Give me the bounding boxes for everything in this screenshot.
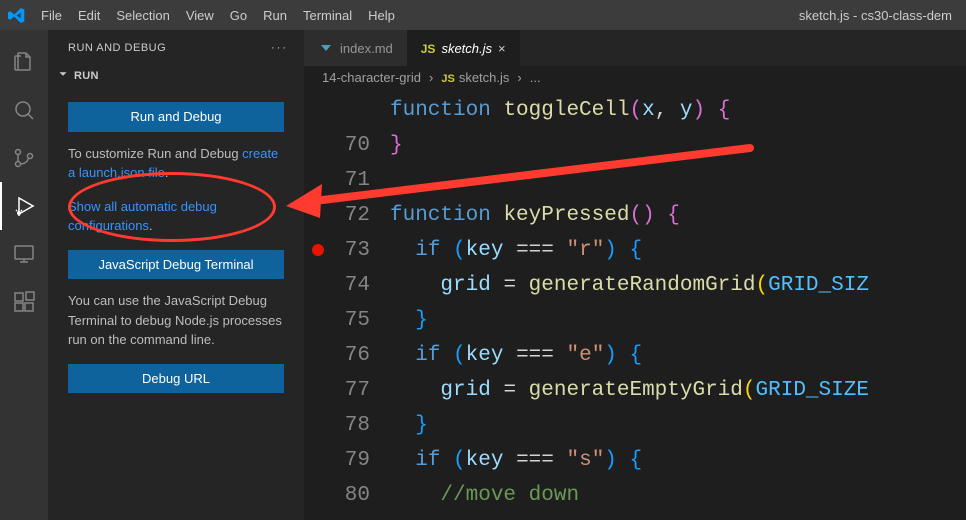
vscode-logo-icon (8, 7, 25, 24)
title-bar: FileEditSelectionViewGoRunTerminalHelp s… (0, 0, 966, 30)
line-number: 72 (334, 198, 390, 233)
chevron-down-icon (56, 67, 70, 84)
code-text[interactable]: if (key === "e") { (390, 338, 642, 373)
tab-label: index.md (340, 41, 393, 56)
menu-view[interactable]: View (178, 4, 222, 27)
glyph-margin[interactable] (304, 408, 334, 443)
code-text[interactable]: } (390, 303, 428, 338)
main-menu: FileEditSelectionViewGoRunTerminalHelp (33, 4, 403, 27)
sidebar-header: RUN AND DEBUG ··· (48, 30, 304, 65)
code-line[interactable]: 79 if (key === "s") { (304, 443, 966, 478)
tab-index-md[interactable]: index.md (304, 30, 407, 66)
code-text[interactable]: //move down (390, 478, 579, 513)
line-number: 79 (334, 443, 390, 478)
breadcrumb-separator (425, 70, 437, 85)
js-debug-terminal-button[interactable]: JavaScript Debug Terminal (68, 250, 284, 280)
menu-file[interactable]: File (33, 4, 70, 27)
menu-help[interactable]: Help (360, 4, 403, 27)
code-text[interactable]: if (key === "r") { (390, 233, 642, 268)
code-text[interactable]: if (key === "s") { (390, 443, 642, 478)
remote-explorer-icon[interactable] (0, 230, 48, 278)
code-line[interactable]: 72function keyPressed() { (304, 198, 966, 233)
breakpoint-icon[interactable] (312, 244, 324, 256)
run-section-label: RUN (74, 70, 99, 82)
menu-selection[interactable]: Selection (108, 4, 177, 27)
code-editor[interactable]: function toggleCell(x, y) {70}7172functi… (304, 89, 966, 520)
breadcrumb-segment[interactable]: ... (530, 70, 541, 85)
activity-bar (0, 30, 48, 520)
menu-edit[interactable]: Edit (70, 4, 108, 27)
show-all-configs-link[interactable]: Show all automatic debug configurations (68, 199, 217, 234)
code-line[interactable]: 76 if (key === "e") { (304, 338, 966, 373)
search-icon[interactable] (0, 86, 48, 134)
tab-label: sketch.js (441, 41, 492, 56)
show-all-configs-text: Show all automatic debug configurations. (68, 197, 284, 236)
js-terminal-help-text: You can use the JavaScript Debug Termina… (68, 291, 284, 350)
line-number: 73 (334, 233, 390, 268)
glyph-margin[interactable] (304, 268, 334, 303)
run-debug-icon[interactable] (0, 182, 48, 230)
js-file-icon: JS (441, 70, 454, 85)
run-section-header[interactable]: RUN (48, 65, 304, 86)
glyph-margin[interactable] (304, 443, 334, 478)
glyph-margin[interactable] (304, 338, 334, 373)
line-number: 77 (334, 373, 390, 408)
glyph-margin[interactable] (304, 198, 334, 233)
source-control-icon[interactable] (0, 134, 48, 182)
code-line[interactable]: 74 grid = generateRandomGrid(GRID_SIZ (304, 268, 966, 303)
code-text[interactable]: } (390, 408, 428, 443)
code-line[interactable]: 75 } (304, 303, 966, 338)
code-line[interactable]: function toggleCell(x, y) { (304, 93, 966, 128)
line-number: 74 (334, 268, 390, 303)
line-number: 78 (334, 408, 390, 443)
more-actions-icon[interactable]: ··· (271, 42, 288, 54)
code-text[interactable]: function toggleCell(x, y) { (390, 93, 730, 128)
breadcrumbs[interactable]: 14-character-grid JS sketch.js ... (304, 66, 966, 89)
code-text[interactable]: grid = generateEmptyGrid(GRID_SIZE (390, 373, 869, 408)
line-number: 71 (334, 163, 390, 198)
editor-area: index.mdJSsketch.js× 14-character-gridJS… (304, 30, 966, 520)
menu-run[interactable]: Run (255, 4, 295, 27)
glyph-margin[interactable] (304, 93, 334, 128)
code-line[interactable]: 80 //move down (304, 478, 966, 513)
code-line[interactable]: 77 grid = generateEmptyGrid(GRID_SIZE (304, 373, 966, 408)
line-number: 80 (334, 478, 390, 513)
code-line[interactable]: 73 if (key === "r") { (304, 233, 966, 268)
sidebar-title: RUN AND DEBUG (68, 42, 166, 54)
tab-sketch-js[interactable]: JS sketch.js × (407, 30, 520, 66)
menu-terminal[interactable]: Terminal (295, 4, 360, 27)
line-number: 76 (334, 338, 390, 373)
debug-url-button[interactable]: Debug URL (68, 364, 284, 394)
explorer-icon[interactable] (0, 38, 48, 86)
code-text[interactable]: function keyPressed() { (390, 198, 680, 233)
editor-tabs: index.md JS sketch.js × (304, 30, 966, 66)
glyph-margin[interactable] (304, 128, 334, 163)
run-and-debug-button[interactable]: Run and Debug (68, 102, 284, 132)
run-debug-sidebar: RUN AND DEBUG ··· RUN Run and Debug To c… (48, 30, 304, 520)
code-text[interactable]: grid = generateRandomGrid(GRID_SIZ (390, 268, 869, 303)
code-line[interactable]: 78 } (304, 408, 966, 443)
glyph-margin[interactable] (304, 303, 334, 338)
code-line[interactable]: 71 (304, 163, 966, 198)
extensions-icon[interactable] (0, 278, 48, 326)
code-line[interactable]: 70} (304, 128, 966, 163)
code-text[interactable]: } (390, 128, 403, 163)
breadcrumb-segment[interactable]: 14-character-grid (322, 70, 421, 85)
line-number: 75 (334, 303, 390, 338)
glyph-margin[interactable] (304, 163, 334, 198)
line-number: 70 (334, 128, 390, 163)
close-icon[interactable]: × (498, 41, 506, 56)
glyph-margin[interactable] (304, 233, 334, 268)
breadcrumb-separator (513, 70, 525, 85)
line-number (334, 93, 390, 128)
window-title: sketch.js - cs30-class-dem (403, 8, 958, 23)
glyph-margin[interactable] (304, 373, 334, 408)
file-icon (318, 39, 334, 58)
file-icon: JS (421, 41, 436, 56)
breadcrumb-segment[interactable]: sketch.js (459, 70, 510, 85)
menu-go[interactable]: Go (222, 4, 255, 27)
glyph-margin[interactable] (304, 478, 334, 513)
customize-text: To customize Run and Debug create a laun… (68, 144, 284, 183)
